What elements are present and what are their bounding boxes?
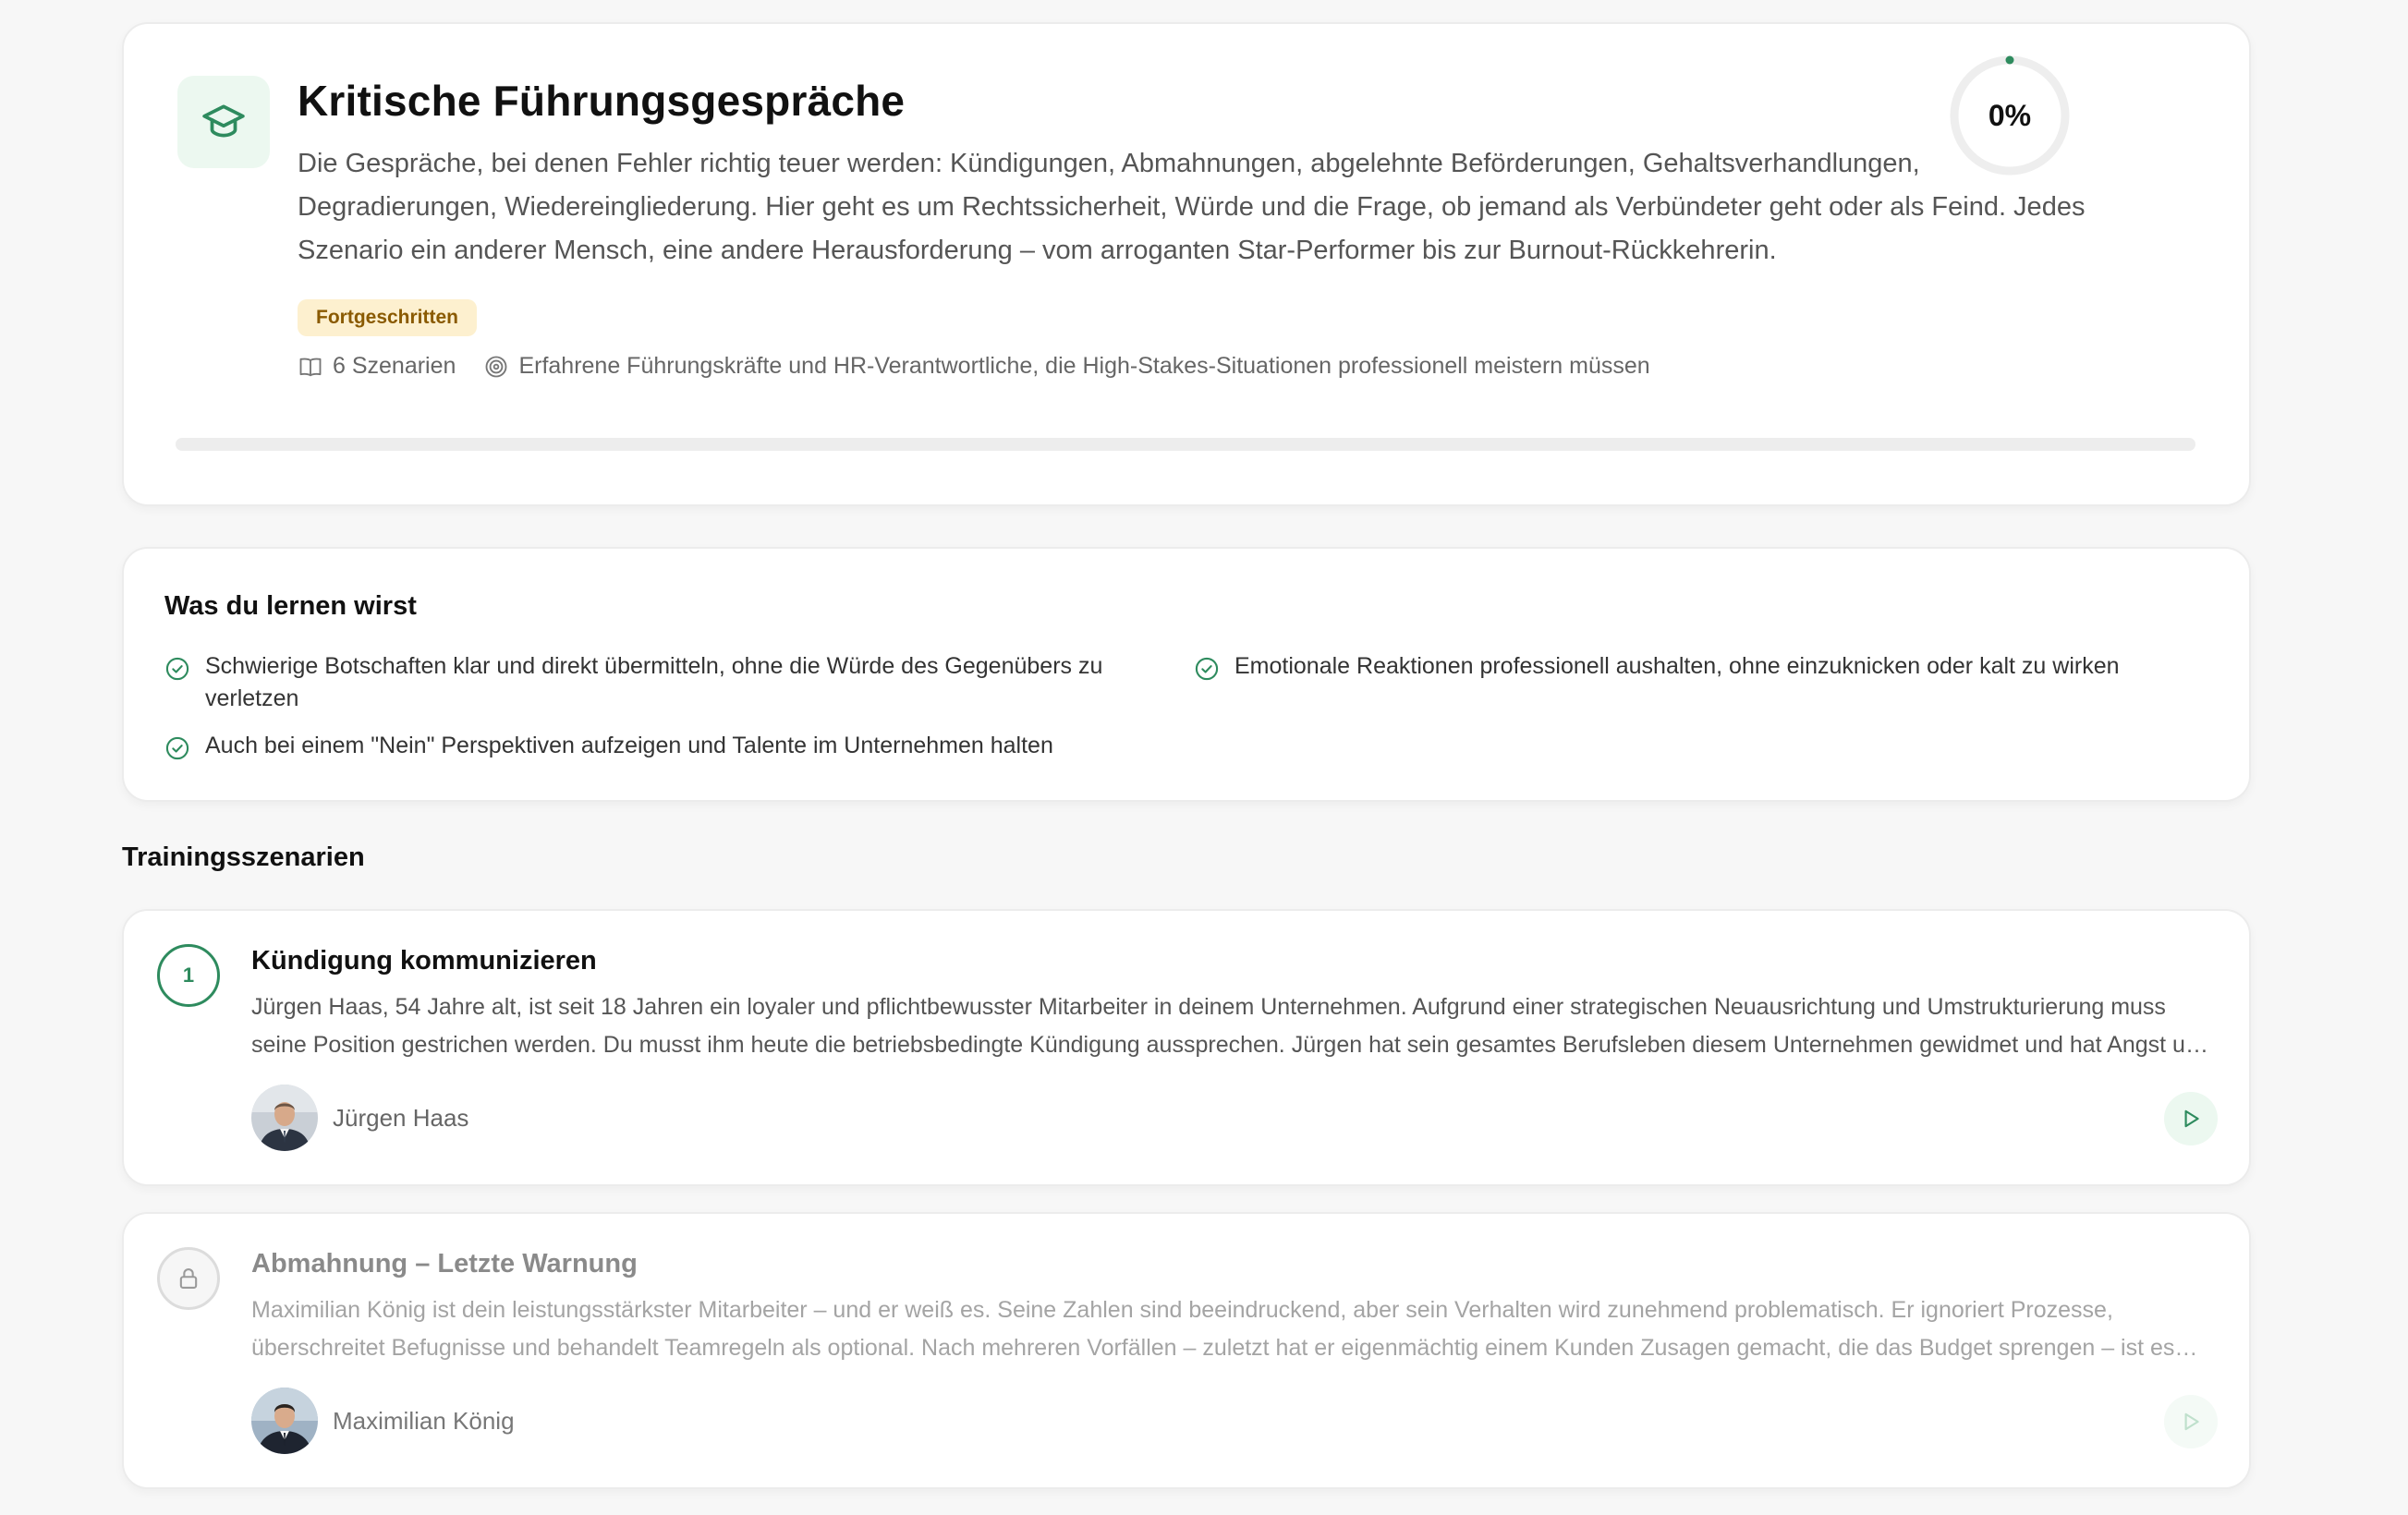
scenarios-heading: Trainingsszenarien xyxy=(122,842,365,872)
target-icon xyxy=(486,356,507,377)
course-meta-row: 6 Szenarien Erfahrene Führungskräfte und… xyxy=(298,353,1650,380)
scenario-title: Abmahnung – Letzte Warnung xyxy=(251,1249,638,1279)
learning-goals-title: Was du lernen wirst xyxy=(164,591,417,621)
progress-percent: 0% xyxy=(1988,98,2032,132)
play-icon xyxy=(2184,1109,2199,1128)
scenario-card-locked[interactable]: Abmahnung – Letzte Warnung Maximilian Kö… xyxy=(122,1212,2251,1489)
lock-icon xyxy=(179,1268,198,1289)
course-title: Kritische Führungsgespräche xyxy=(298,77,906,125)
scenario-count: 6 Szenarien xyxy=(298,353,456,380)
start-scenario-button[interactable] xyxy=(2164,1092,2218,1145)
audience-label: Erfahrene Führungskräfte und HR-Verantwo… xyxy=(518,353,1650,379)
start-scenario-button-disabled xyxy=(2164,1395,2218,1448)
check-circle-icon xyxy=(165,657,189,681)
scenario-persona: Maximilian König xyxy=(251,1388,515,1454)
persona-name: Jürgen Haas xyxy=(333,1103,469,1132)
progress-bar xyxy=(176,438,2195,451)
avatar xyxy=(251,1085,318,1151)
scenario-title: Kündigung kommunizieren xyxy=(251,946,597,976)
course-icon-box xyxy=(177,76,270,168)
scenario-lock xyxy=(157,1247,220,1310)
learning-goal-text: Emotionale Reaktionen professionell aush… xyxy=(1234,653,2120,679)
check-circle-icon xyxy=(1195,657,1219,681)
play-icon xyxy=(2184,1412,2199,1431)
course-card: Kritische Führungsgespräche Die Gespräch… xyxy=(122,22,2251,506)
learning-goal-item: Auch bei einem "Nein" Perspektiven aufze… xyxy=(164,730,1153,762)
persona-name: Maximilian König xyxy=(333,1406,515,1435)
learning-goals-card: Was du lernen wirst Schwierige Botschaft… xyxy=(122,547,2251,802)
graduation-cap-icon xyxy=(202,104,245,138)
learning-goal-item: Emotionale Reaktionen professionell aush… xyxy=(1194,650,2210,683)
audience: Erfahrene Führungskräfte und HR-Verantwo… xyxy=(483,353,1650,380)
level-badge: Fortgeschritten xyxy=(298,299,478,336)
scenario-description: Jürgen Haas, 54 Jahre alt, ist seit 18 J… xyxy=(251,994,2205,1058)
learning-goal-text: Schwierige Botschaften klar und direkt ü… xyxy=(205,653,1103,711)
scenario-persona: Jürgen Haas xyxy=(251,1085,468,1151)
learning-goal-item: Schwierige Botschaften klar und direkt ü… xyxy=(164,650,1153,715)
learning-goal-text: Auch bei einem "Nein" Perspektiven aufze… xyxy=(205,733,1053,758)
scenario-card[interactable]: 1 Kündigung kommunizieren Jürgen Haas, 5… xyxy=(122,909,2251,1186)
scenario-number: 1 xyxy=(157,944,220,1007)
book-icon xyxy=(299,358,322,376)
avatar xyxy=(251,1388,318,1454)
check-circle-icon xyxy=(165,736,189,760)
scenario-count-label: 6 Szenarien xyxy=(333,353,456,379)
scenario-description: Maximilian König ist dein leistungsstärk… xyxy=(251,1297,2175,1361)
course-description: Die Gespräche, bei denen Fehler richtig … xyxy=(298,149,2086,265)
